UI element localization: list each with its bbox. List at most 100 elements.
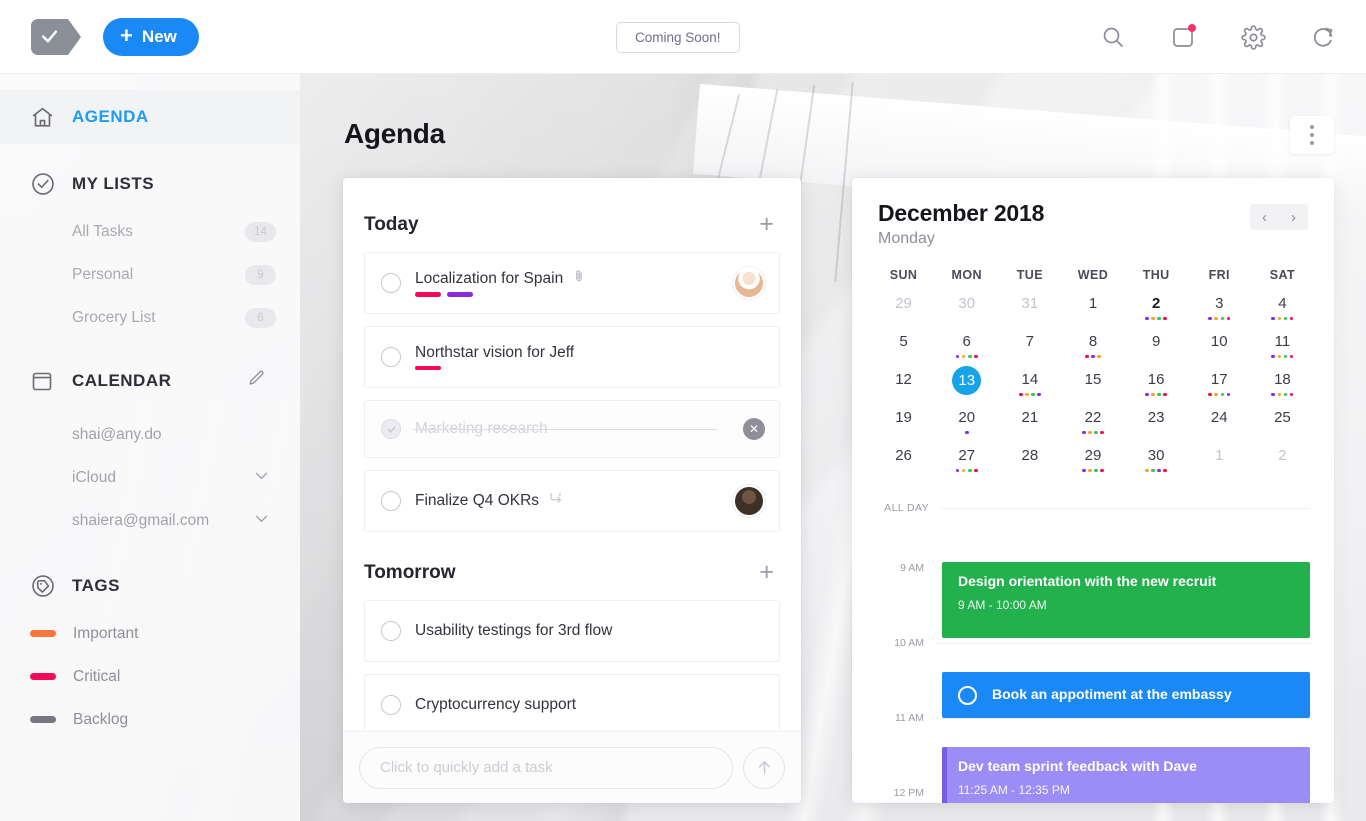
task-checkbox[interactable]	[381, 273, 401, 293]
calendar-day[interactable]: 7	[998, 332, 1061, 370]
all-day-row[interactable]: ALL DAY	[852, 496, 1334, 520]
sync-refresh-icon[interactable]	[1308, 22, 1338, 52]
calendar-day[interactable]: 11	[1251, 332, 1314, 370]
calendar-day[interactable]: 30	[935, 294, 998, 332]
add-task-tomorrow-icon[interactable]: +	[759, 560, 780, 585]
coming-soon-button[interactable]: Coming Soon!	[616, 22, 740, 53]
calendar-day[interactable]: 27	[935, 446, 998, 484]
calendar-day[interactable]: 2	[1125, 294, 1188, 332]
calendar-day[interactable]: 28	[998, 446, 1061, 484]
arrow-up-icon[interactable]	[743, 746, 785, 789]
calendar-day[interactable]: 31	[998, 294, 1061, 332]
task-tag-bar	[415, 365, 441, 371]
sidebar-account-shai-anydo[interactable]: shai@any.do	[0, 413, 300, 456]
sidebar-my-lists-label: MY LISTS	[72, 174, 155, 193]
calendar-day-today[interactable]: 13	[935, 366, 998, 408]
pencil-icon[interactable]	[247, 369, 266, 393]
calendar-day[interactable]: 14	[998, 370, 1061, 408]
notifications-icon[interactable]	[1168, 22, 1198, 52]
calendar-day[interactable]: 9	[1125, 332, 1188, 370]
calendar-day[interactable]: 25	[1251, 408, 1314, 446]
calendar-day[interactable]: 17	[1188, 370, 1251, 408]
task-row[interactable]: Finalize Q4 OKRs	[364, 470, 780, 532]
more-vertical-icon[interactable]	[1290, 116, 1334, 154]
sidebar-account-icloud[interactable]: iCloud	[0, 456, 300, 499]
app-logo[interactable]	[31, 18, 81, 55]
calendar-day[interactable]: 24	[1188, 408, 1251, 446]
calendar-day[interactable]: 21	[998, 408, 1061, 446]
task-list-panel: Today + Localization for Spain Northstar…	[343, 178, 801, 803]
subtask-icon[interactable]	[548, 491, 563, 511]
calendar-day[interactable]: 6	[935, 332, 998, 370]
sidebar-tag-important[interactable]: Important	[0, 612, 300, 655]
calendar-day[interactable]: 29	[1061, 446, 1124, 484]
task-checkbox[interactable]	[381, 695, 401, 715]
task-row[interactable]: Northstar vision for Jeff	[364, 326, 780, 388]
task-checkbox[interactable]	[381, 347, 401, 367]
task-list-scroll[interactable]: Today + Localization for Spain Northstar…	[343, 178, 801, 803]
task-checkbox-checked[interactable]	[381, 419, 401, 439]
sidebar-tag-critical[interactable]: Critical	[0, 655, 300, 698]
calendar-day[interactable]: 29	[872, 294, 935, 332]
calendar-task-event[interactable]: Book an appotiment at the embassy	[942, 672, 1310, 718]
list-label: Personal	[72, 265, 134, 283]
list-count-badge: 14	[245, 221, 276, 242]
calendar-day-dot	[1277, 316, 1282, 321]
sidebar-tag-backlog[interactable]: Backlog	[0, 698, 300, 741]
sidebar-item-calendar[interactable]: CALENDAR	[0, 355, 300, 407]
task-row[interactable]: Localization for Spain	[364, 252, 780, 314]
calendar-day[interactable]: 1	[1188, 446, 1251, 484]
add-task-today-icon[interactable]: +	[759, 212, 780, 237]
calendar-day[interactable]: 12	[872, 370, 935, 408]
task-checkbox[interactable]	[381, 621, 401, 641]
close-circle-icon[interactable]: ✕	[743, 418, 765, 440]
calendar-day[interactable]: 26	[872, 446, 935, 484]
calendar-event[interactable]: Design orientation with the new recruit …	[942, 562, 1310, 638]
sidebar-item-my-lists[interactable]: MY LISTS	[0, 158, 300, 210]
event-checkbox[interactable]	[958, 685, 977, 705]
task-checkbox[interactable]	[381, 491, 401, 511]
calendar-day-dot	[1163, 316, 1168, 321]
calendar-day[interactable]: 10	[1188, 332, 1251, 370]
sidebar-account-gmail[interactable]: shaiera@gmail.com	[0, 499, 300, 542]
calendar-day[interactable]: 18	[1251, 370, 1314, 408]
calendar-day[interactable]: 8	[1061, 332, 1124, 370]
calendar-day[interactable]: 20	[935, 408, 998, 446]
paperclip-icon[interactable]	[572, 269, 586, 288]
quick-add-input[interactable]	[359, 746, 733, 789]
chevron-down-icon[interactable]	[253, 510, 270, 532]
calendar-day[interactable]: 5	[872, 332, 935, 370]
calendar-day-dot	[1271, 316, 1276, 321]
calendar-day-number: 13	[952, 366, 982, 395]
sidebar-item-tags[interactable]: TAGS	[0, 560, 300, 612]
calendar-day[interactable]: 1	[1061, 294, 1124, 332]
chevron-down-icon[interactable]	[253, 467, 270, 489]
tag-icon	[30, 573, 62, 599]
calendar-day[interactable]: 19	[872, 408, 935, 446]
settings-gear-icon[interactable]	[1238, 22, 1268, 52]
calendar-day[interactable]: 15	[1061, 370, 1124, 408]
task-row-completed[interactable]: Marketing research ✕	[364, 400, 780, 458]
calendar-day[interactable]: 2	[1251, 446, 1314, 484]
new-button[interactable]: + New	[103, 17, 199, 56]
calendar-event[interactable]: Dev team sprint feedback with Dave 11:25…	[942, 747, 1310, 803]
avatar[interactable]	[733, 485, 765, 517]
calendar-day-number: 9	[1151, 333, 1161, 350]
calendar-day[interactable]: 3	[1188, 294, 1251, 332]
calendar-day[interactable]: 30	[1125, 446, 1188, 484]
dow-label: THU	[1142, 268, 1170, 282]
sidebar-item-agenda[interactable]: AGENDA	[0, 90, 300, 144]
calendar-day[interactable]: 22	[1061, 408, 1124, 446]
chevron-right-icon[interactable]: ›	[1279, 204, 1308, 230]
avatar[interactable]	[733, 267, 765, 299]
task-row[interactable]: Cryptocurrency support	[364, 674, 780, 736]
calendar-day[interactable]: 16	[1125, 370, 1188, 408]
chevron-left-icon[interactable]: ‹	[1250, 204, 1279, 230]
sidebar-item-all-tasks[interactable]: All Tasks 14	[0, 210, 300, 253]
calendar-day[interactable]: 4	[1251, 294, 1314, 332]
task-row[interactable]: Usability testings for 3rd flow	[364, 600, 780, 662]
sidebar-item-personal[interactable]: Personal 9	[0, 253, 300, 296]
calendar-day[interactable]: 23	[1125, 408, 1188, 446]
search-icon[interactable]	[1098, 22, 1128, 52]
sidebar-item-grocery-list[interactable]: Grocery List 6	[0, 296, 300, 339]
